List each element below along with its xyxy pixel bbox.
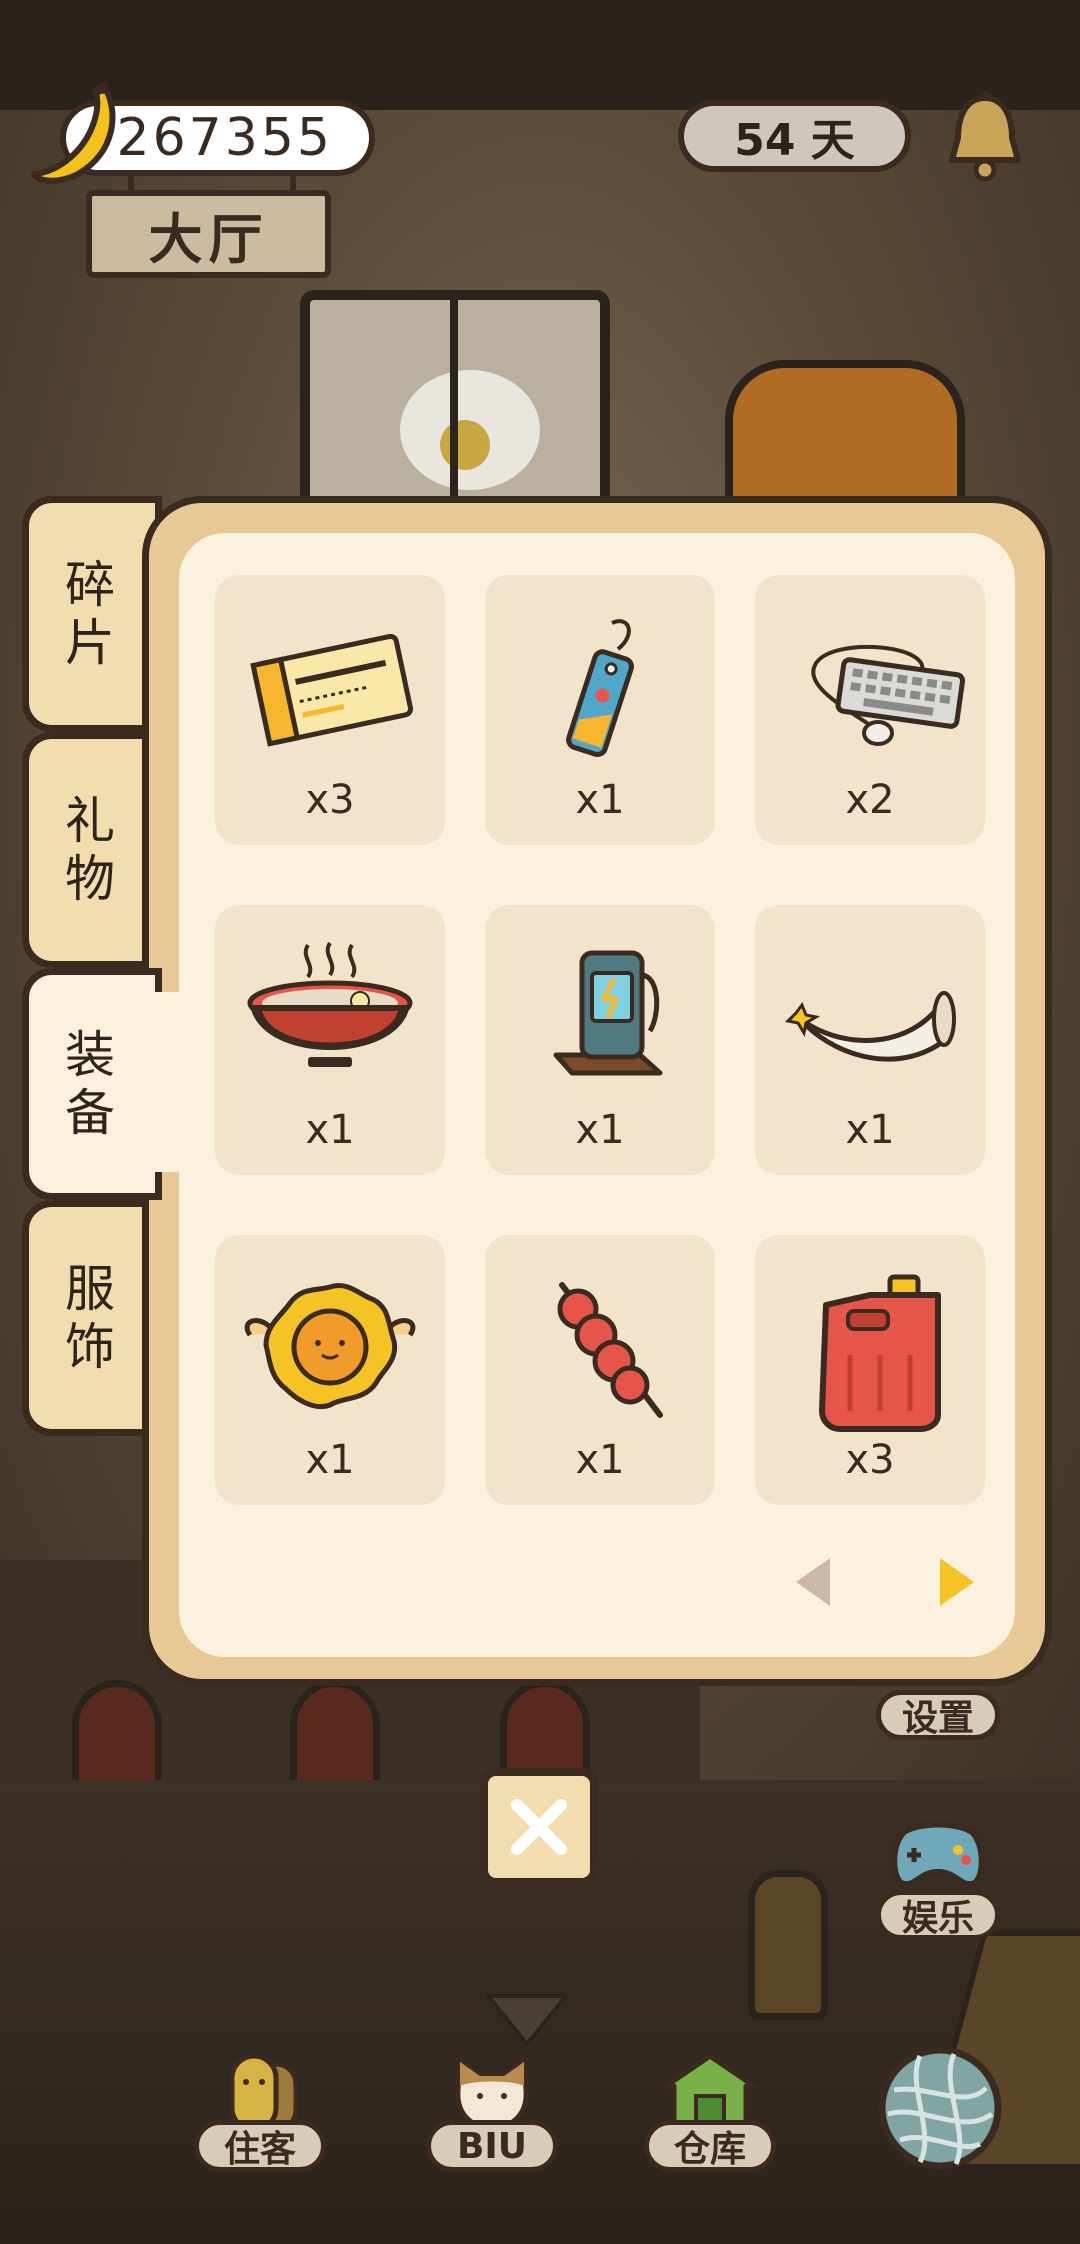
tab-label-char: 装 [65,1026,119,1084]
tab-label-char: 片 [65,614,119,672]
item-count: x2 [845,777,895,823]
room-name-sign: 大厅 [86,190,331,278]
prev-page-arrow-icon[interactable] [790,1554,838,1610]
tab-gifts-label: 礼物 [65,792,119,908]
inventory-item-charging-station[interactable]: x1 [485,905,715,1175]
ticket-icon [250,633,414,747]
item-count: x3 [305,777,355,823]
nav-warehouse[interactable]: 仓库 [640,2040,780,2172]
inventory-item-ticket[interactable]: x3 [215,575,445,845]
charging-station-icon [553,950,663,1076]
nav-residents[interactable]: 住客 [190,2040,330,2172]
tab-label-char: 备 [65,1084,119,1142]
tab-fragments-label: 碎片 [65,556,119,672]
nav-biu[interactable]: BIU [422,2040,562,2172]
item-count: x1 [845,1107,895,1153]
active-tab-connector [150,992,186,1172]
day-counter: 54 天 [678,100,911,172]
room-name: 大厅 [148,207,269,271]
inventory-item-ramen-bowl[interactable]: x1 [215,905,445,1175]
skewer-icon [557,1282,663,1418]
residents-icon [229,2053,299,2130]
banana-icon [31,82,116,184]
tab-label-char: 物 [65,850,119,908]
entertainment-button[interactable]: 娱乐 [876,1890,1000,1940]
gas-can-icon [819,1274,941,1432]
close-icon [511,1799,567,1855]
warehouse-label: 仓库 [644,2120,776,2172]
luggage-tag-icon [566,619,634,758]
bell-icon[interactable] [940,88,1030,188]
cat-icon [455,2057,529,2130]
warehouse-icon [663,2053,757,2130]
inventory-panel: x3 x1 x2 x1 x1 x1 x1 x1 x3 [142,496,1052,1686]
settings-button[interactable]: 设置 [876,1690,1000,1740]
item-count: x1 [575,1437,625,1483]
tab-label-char: 饰 [65,1318,119,1376]
horn-icon [784,991,956,1062]
item-count: x1 [575,1107,625,1153]
inventory-item-gas-can[interactable]: x3 [755,1235,985,1505]
lamp-decoration [748,1870,828,2020]
settings-label: 设置 [901,1698,974,1739]
tab-label-char: 礼 [65,792,119,850]
tab-equipment[interactable]: 装备 [22,968,162,1200]
item-count: x1 [305,1437,355,1483]
ramen-bowl-icon [247,941,413,1067]
item-count: x1 [575,777,625,823]
residents-label: 住客 [194,2120,326,2172]
tab-fragments[interactable]: 碎片 [22,496,162,732]
keyboard-icon [811,644,966,746]
tab-label-char: 服 [65,1260,119,1318]
banana-count: 267355 [116,108,333,168]
next-page-arrow-icon[interactable] [932,1554,980,1610]
tab-clothing[interactable]: 服饰 [22,1200,162,1436]
tab-label-char: 碎 [65,556,119,614]
window-decoration [300,290,610,530]
yarn-ball-icon[interactable] [876,2044,1004,2172]
inventory-item-horn[interactable]: x1 [755,905,985,1175]
inventory-item-luggage-tag[interactable]: x1 [485,575,715,845]
gamepad-icon[interactable] [890,1822,986,1892]
inventory-item-sun-badge[interactable]: x1 [215,1235,445,1505]
egg-picture [400,370,540,490]
item-count: x1 [305,1107,355,1153]
biu-label: BIU [426,2120,558,2172]
close-button[interactable] [480,1768,598,1886]
inventory-item-skewer[interactable]: x1 [485,1235,715,1505]
tab-equipment-label: 装备 [65,1026,119,1142]
entertainment-label: 娱乐 [901,1898,974,1939]
day-count-text: 54 天 [734,115,855,166]
tab-clothing-label: 服饰 [65,1260,119,1376]
tab-gifts[interactable]: 礼物 [22,732,162,968]
sun-badge-icon [244,1283,416,1409]
item-count: x3 [845,1437,895,1483]
inventory-item-keyboard[interactable]: x2 [755,575,985,845]
room-ceiling [0,0,1080,110]
inventory-grid: x3 x1 x2 x1 x1 x1 x1 x1 x3 [179,533,1015,1657]
